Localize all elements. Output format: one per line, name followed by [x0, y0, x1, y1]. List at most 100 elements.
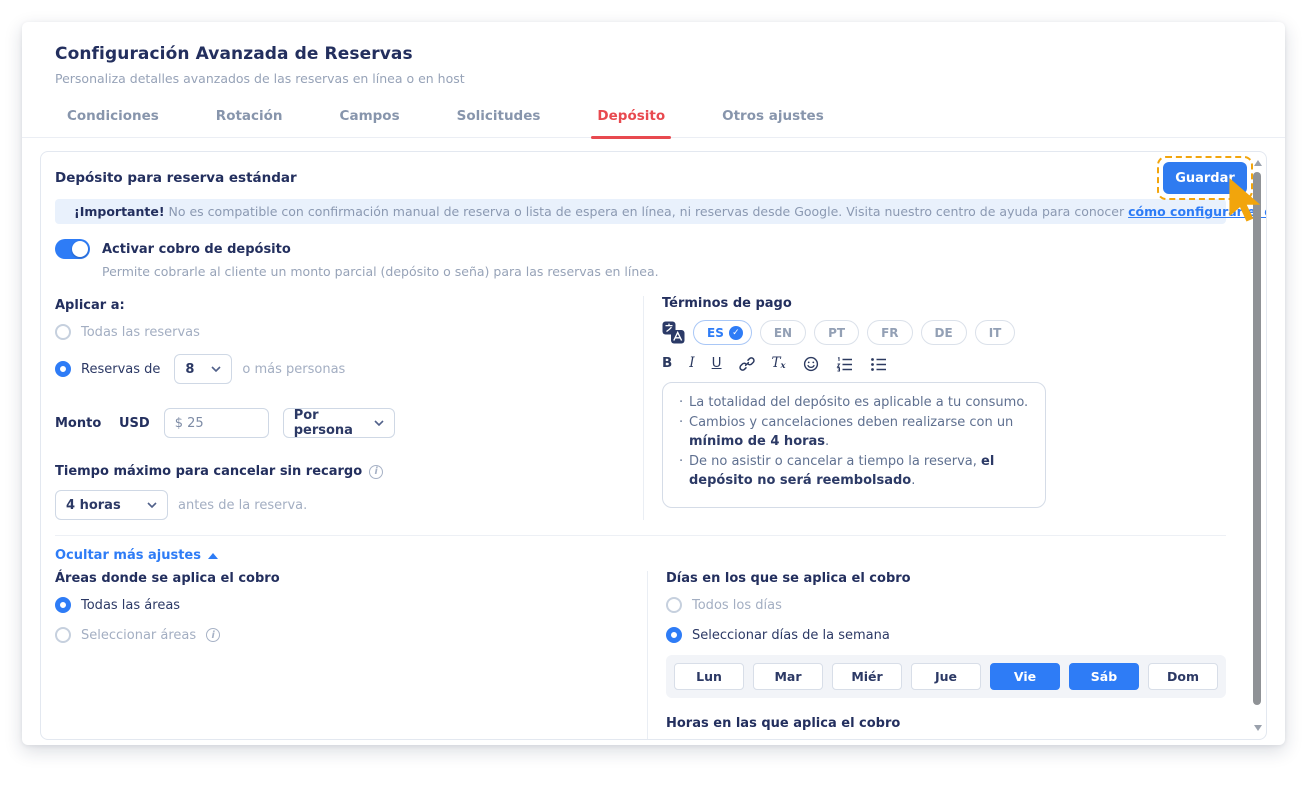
underline-button[interactable]: U	[712, 357, 722, 371]
scrollbar-thumb[interactable]	[1253, 172, 1261, 705]
lang-pill-fr[interactable]: FR	[867, 320, 913, 345]
clear-format-x: x	[780, 361, 786, 372]
link-button[interactable]	[738, 356, 755, 372]
weekday-selector: Lun Mar Miér Jue Vie Sáb Dom	[666, 655, 1226, 698]
chevron-down-icon	[374, 420, 384, 426]
amount-input[interactable]	[163, 408, 269, 438]
ordered-list-icon	[836, 356, 852, 371]
day-button-dom[interactable]: Dom	[1148, 663, 1218, 690]
deposit-toggle-row: Activar cobro de depósito	[55, 239, 1226, 259]
radio-label: Todas las reservas	[81, 324, 200, 340]
page-subtitle: Personaliza detalles avanzados de las re…	[55, 71, 465, 86]
day-button-mar[interactable]: Mar	[753, 663, 823, 690]
terms-label: Términos de pago	[662, 296, 792, 311]
tab-otros-ajustes[interactable]: Otros ajustes	[720, 106, 826, 137]
radio-label: Todos los días	[692, 597, 782, 613]
hide-more-settings-link[interactable]: Ocultar más ajustes	[55, 548, 1226, 563]
notice-text: ¡Importante! No es compatible con confir…	[74, 204, 1266, 219]
terms-text: .	[911, 473, 916, 488]
amount-row: Monto USD Por persona	[55, 408, 643, 438]
people-suffix: o más personas	[242, 361, 346, 377]
tab-campos[interactable]: Campos	[338, 106, 402, 137]
lang-code: DE	[934, 325, 953, 340]
lang-pill-it[interactable]: IT	[974, 320, 1016, 345]
radio-label: Todas las áreas	[81, 597, 181, 613]
radio-all-reservations[interactable]: Todas las reservas	[55, 324, 643, 340]
info-icon[interactable]: i	[369, 464, 384, 479]
cancel-time-label: Tiempo máximo para cancelar sin recargo	[55, 464, 363, 479]
radio-icon	[666, 597, 682, 613]
bullet-list-icon	[870, 357, 886, 371]
emoji-icon	[803, 356, 818, 372]
terms-line: · La totalidad del depósito es aplicable …	[677, 393, 1031, 413]
terms-text: Cambios y cancelaciones deben realizarse…	[689, 414, 1014, 430]
radio-icon	[55, 324, 71, 340]
emoji-button[interactable]	[803, 356, 819, 372]
tab-deposito[interactable]: Depósito	[591, 106, 671, 139]
per-unit-select[interactable]: Por persona	[282, 408, 395, 438]
chevron-down-icon	[211, 366, 221, 372]
radio-all-days[interactable]: Todos los días	[666, 597, 1226, 613]
scroll-up-icon[interactable]	[1254, 160, 1262, 166]
settings-card: Configuración Avanzada de Reservas Perso…	[22, 22, 1285, 745]
day-button-jue[interactable]: Jue	[911, 663, 981, 690]
hours-label: Horas en las que aplica el cobro	[666, 716, 901, 731]
ordered-list-button[interactable]	[836, 356, 853, 372]
info-icon[interactable]: i	[206, 628, 221, 642]
terms-textarea[interactable]: · La totalidad del depósito es aplicable …	[662, 382, 1046, 508]
deposit-toggle[interactable]	[55, 239, 90, 259]
apply-column: Aplicar a: Todas las reservas Reservas d…	[55, 296, 643, 520]
day-button-mier[interactable]: Miér	[832, 663, 902, 690]
section-divider	[55, 535, 1226, 536]
day-button-vie[interactable]: Vie	[990, 663, 1060, 690]
scroll-down-icon[interactable]	[1254, 725, 1262, 731]
lang-pill-en[interactable]: EN	[759, 320, 807, 345]
translate-icon	[662, 321, 685, 344]
cancel-time-select[interactable]: 4 horas	[55, 490, 168, 520]
lang-code: ES	[707, 325, 724, 340]
tab-solicitudes[interactable]: Solicitudes	[455, 106, 543, 137]
clear-format-button[interactable]: Tx	[772, 357, 786, 371]
lang-code: IT	[988, 325, 1002, 340]
lang-code: EN	[773, 325, 793, 340]
page-title: Configuración Avanzada de Reservas	[55, 44, 413, 64]
terms-bold: mínimo de 4 horas	[689, 434, 826, 449]
radio-icon-selected[interactable]	[55, 361, 71, 377]
check-icon: ✓	[728, 325, 743, 340]
day-button-lun[interactable]: Lun	[674, 663, 744, 690]
lang-pill-de[interactable]: DE	[920, 320, 967, 345]
people-count-value: 8	[185, 361, 195, 377]
day-button-sab[interactable]: Sáb	[1069, 663, 1139, 690]
lang-pill-es[interactable]: ES ✓	[693, 320, 752, 345]
areas-label: Áreas donde se aplica el cobro	[55, 571, 280, 586]
bullet-list-button[interactable]	[870, 357, 887, 372]
italic-button[interactable]: I	[689, 357, 694, 371]
scrollbar[interactable]	[1251, 154, 1264, 737]
tab-bar: Condiciones Rotación Campos Solicitudes …	[22, 106, 1285, 139]
clear-format-t: T	[771, 355, 781, 372]
lang-pill-pt[interactable]: PT	[814, 320, 860, 345]
toggle-knob	[72, 241, 88, 257]
bold-button[interactable]: B	[662, 357, 672, 371]
radio-label: Seleccionar días de la semana	[692, 627, 890, 643]
terms-line: · Cambios y cancelaciones deben realizars…	[677, 413, 1031, 452]
radio-all-areas[interactable]: Todas las áreas	[55, 597, 647, 613]
deposit-panel: Depósito para reserva estándar Guardar ¡…	[40, 151, 1267, 740]
bullet: ·	[679, 395, 684, 410]
save-annotation-area: Guardar	[1157, 156, 1261, 222]
per-unit-value: Por persona	[293, 408, 353, 438]
amount-label: Monto	[55, 415, 102, 431]
richtext-toolbar: B I U Tx	[662, 356, 1226, 372]
tab-rotacion[interactable]: Rotación	[214, 106, 285, 137]
page-header: Configuración Avanzada de Reservas Perso…	[22, 22, 1285, 86]
apply-label: Aplicar a:	[55, 298, 125, 313]
terms-column: Términos de pago ES ✓ EN PT FR DE IT B I…	[643, 296, 1226, 520]
radio-select-days[interactable]: Seleccionar días de la semana	[666, 627, 1226, 643]
tab-condiciones[interactable]: Condiciones	[65, 106, 161, 137]
radio-icon-selected	[55, 597, 71, 613]
language-row: ES ✓ EN PT FR DE IT	[662, 320, 1226, 345]
radio-select-areas[interactable]: Seleccionar áreas i	[55, 627, 647, 643]
radio-reservations-from-row: Reservas de 8 o más personas	[55, 354, 643, 384]
people-count-select[interactable]: 8	[174, 354, 233, 384]
currency-label: USD	[119, 415, 150, 431]
